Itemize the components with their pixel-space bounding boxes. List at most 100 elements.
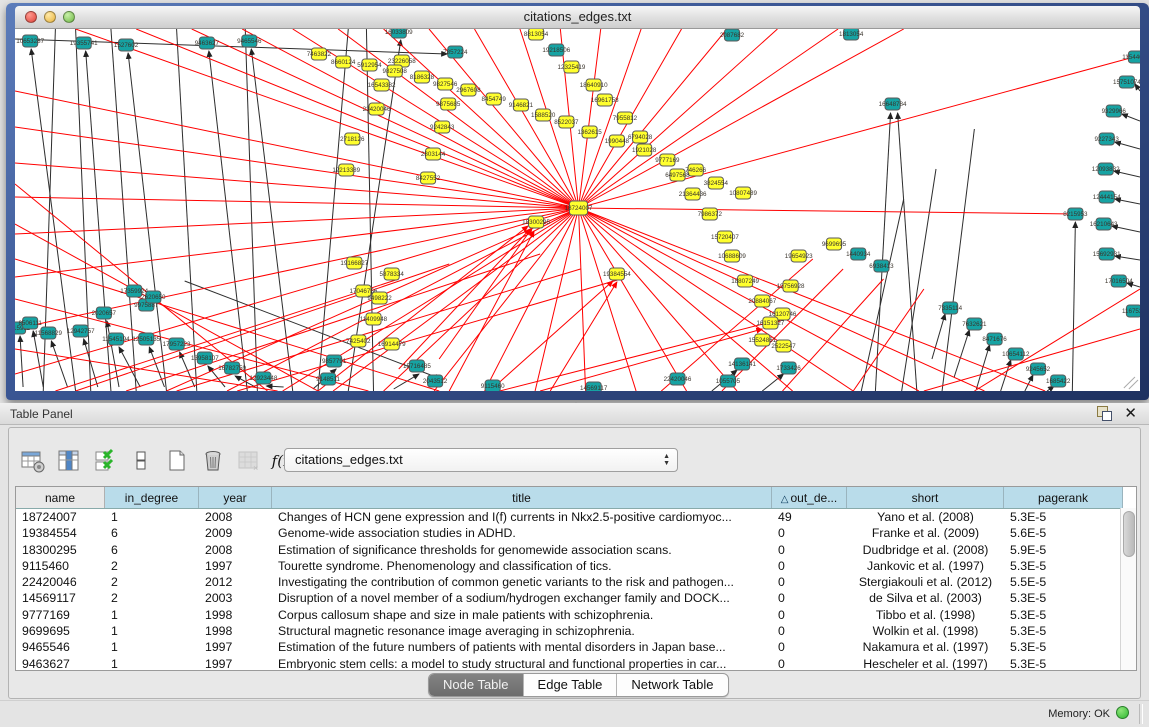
- column-select-icon[interactable]: [55, 448, 82, 475]
- graph-node[interactable]: 12444154: [1093, 191, 1121, 203]
- graph-node[interactable]: 7632621: [962, 318, 987, 330]
- table-row[interactable]: 1938455462009Genome-wide association stu…: [16, 525, 1136, 541]
- trash-icon[interactable]: [199, 448, 226, 475]
- memory-status-icon[interactable]: [1116, 706, 1129, 719]
- table-row[interactable]: 969969511998Structural magnetic resonanc…: [16, 623, 1136, 639]
- table-row[interactable]: 946554611997Estimation of the future num…: [16, 639, 1136, 655]
- graph-node[interactable]: 12923448: [250, 372, 278, 384]
- graph-node[interactable]: 1813054: [839, 29, 864, 40]
- column-header-short[interactable]: short: [847, 487, 1004, 508]
- table-row[interactable]: 1872400712008Changes of HCN gene express…: [16, 509, 1136, 525]
- graph-node[interactable]: 16543382: [368, 79, 396, 91]
- graph-node[interactable]: 17016504: [1105, 275, 1133, 287]
- graph-node[interactable]: 14569117: [580, 382, 608, 391]
- graph-node[interactable]: 1167533: [1122, 305, 1140, 317]
- graph-node[interactable]: 16210643: [1090, 218, 1118, 230]
- graph-node[interactable]: 5912954: [357, 59, 382, 71]
- graph-node[interactable]: 19218506: [542, 44, 570, 56]
- graph-node[interactable]: 6794028: [628, 131, 653, 143]
- graph-node[interactable]: 11544084: [1122, 51, 1140, 63]
- table-row[interactable]: 946362711997Embryonic stem cells: a mode…: [16, 656, 1136, 671]
- graph-node[interactable]: 2043512: [423, 375, 448, 387]
- column-header-in_degree[interactable]: in_degree: [105, 487, 199, 508]
- graph-node[interactable]: 15720407: [711, 231, 739, 243]
- window-titlebar[interactable]: citations_edges.txt: [15, 6, 1140, 29]
- network-canvas[interactable]: 7463822866012459129542322605898275088186…: [15, 29, 1140, 391]
- float-panel-icon[interactable]: [1097, 406, 1112, 421]
- table-settings-icon[interactable]: [19, 448, 46, 475]
- network-view-window[interactable]: citations_edges.txt 74638228660124591295…: [6, 3, 1149, 400]
- table-row[interactable]: 2242004622012Investigating the contribut…: [16, 574, 1136, 590]
- table-source-dropdown[interactable]: citations_edges.txt ▲▼: [284, 448, 678, 472]
- graph-node[interactable]: 1527602: [114, 39, 139, 51]
- graph-node[interactable]: 3824554: [704, 177, 729, 189]
- graph-node[interactable]: 19166827: [340, 257, 368, 269]
- graph-node[interactable]: 12505135: [132, 333, 160, 345]
- graph-node[interactable]: 22420046: [664, 373, 692, 385]
- scrollbar-thumb[interactable]: [1123, 511, 1135, 557]
- tab-network-table[interactable]: Network Table: [617, 674, 727, 696]
- graph-node[interactable]: 9875685: [436, 98, 461, 110]
- column-header-name[interactable]: name: [16, 487, 105, 508]
- cells-vertical-icon[interactable]: [127, 448, 154, 475]
- graph-node[interactable]: 7955812: [613, 112, 638, 124]
- graph-node[interactable]: 1733426: [776, 362, 801, 374]
- graph-node[interactable]: 18640910: [580, 79, 608, 91]
- graph-node[interactable]: 16648784: [879, 98, 907, 110]
- graph-node[interactable]: 10653287: [16, 35, 44, 47]
- tab-edge-table[interactable]: Edge Table: [524, 674, 618, 696]
- column-header-title[interactable]: title: [272, 487, 772, 508]
- row-checks-icon[interactable]: [91, 448, 118, 475]
- graph-node[interactable]: 19756928: [777, 280, 805, 292]
- graph-node[interactable]: 2020657: [92, 307, 117, 319]
- graph-node[interactable]: 8813054: [524, 29, 549, 40]
- graph-node[interactable]: 16782759: [218, 362, 246, 374]
- graph-node[interactable]: 19654923: [785, 250, 813, 262]
- graph-node[interactable]: 6938413: [869, 260, 894, 272]
- new-file-icon[interactable]: [163, 448, 190, 475]
- column-header-out_de[interactable]: △out_de...: [772, 487, 847, 508]
- table-row[interactable]: 1830029562008Estimation of significance …: [16, 542, 1136, 558]
- graph-node[interactable]: 10688609: [718, 250, 746, 262]
- graph-node[interactable]: 19384554: [603, 268, 631, 280]
- graph-node[interactable]: 2087682: [720, 29, 745, 41]
- graph-node[interactable]: 1588520: [531, 109, 556, 121]
- table-row[interactable]: 911546021997Tourette syndrome. Phenomeno…: [16, 558, 1136, 574]
- graph-node[interactable]: 8215953: [1063, 208, 1088, 220]
- graph-node[interactable]: 8522037: [554, 116, 579, 128]
- graph-node[interactable]: 23420046: [363, 103, 391, 115]
- graph-node[interactable]: 10654112: [1002, 348, 1030, 360]
- graph-node[interactable]: 21364436: [679, 188, 707, 200]
- graph-node[interactable]: 1440934: [846, 248, 871, 260]
- table-vertical-scrollbar[interactable]: [1120, 508, 1136, 670]
- graph-node[interactable]: 9146821: [509, 99, 534, 111]
- graph-node[interactable]: 9227343: [1095, 133, 1120, 145]
- graph-node[interactable]: 5878334: [380, 268, 405, 280]
- graph-node[interactable]: 1362615: [577, 126, 602, 138]
- graph-node[interactable]: 7335114: [938, 302, 962, 314]
- graph-node[interactable]: 8454749: [482, 93, 507, 105]
- graph-node[interactable]: 16033809: [385, 29, 413, 38]
- graph-node[interactable]: 8427552: [416, 172, 441, 184]
- graph-node[interactable]: 1990448: [605, 135, 630, 147]
- graph-node[interactable]: 9245652: [1026, 363, 1051, 375]
- graph-node[interactable]: 9463627: [195, 37, 220, 49]
- graph-node[interactable]: 7857224: [443, 46, 468, 58]
- graph-node[interactable]: 19355741: [70, 37, 98, 49]
- graph-node[interactable]: 8471676: [982, 333, 1007, 345]
- graph-node[interactable]: 11409948: [360, 313, 388, 325]
- graph-node[interactable]: 20884067: [748, 295, 776, 307]
- graph-node[interactable]: 11568829: [35, 327, 63, 339]
- graph-node[interactable]: 15692931: [1093, 248, 1121, 260]
- graph-node[interactable]: 9465546: [237, 35, 262, 47]
- graph-node[interactable]: 2718126: [340, 133, 365, 145]
- graph-node[interactable]: 12325419: [558, 61, 586, 73]
- graph-node[interactable]: 12942757: [67, 325, 95, 337]
- graph-node[interactable]: 12093832: [1092, 163, 1120, 175]
- graph-node[interactable]: 2803144: [421, 148, 446, 160]
- graph-node[interactable]: 1685422: [1046, 375, 1071, 387]
- graph-node[interactable]: 10807489: [729, 187, 757, 199]
- graph-node[interactable]: 9329966: [1102, 105, 1127, 117]
- column-header-pagerank[interactable]: pagerank: [1004, 487, 1123, 508]
- graph-node[interactable]: 15716485: [403, 360, 431, 372]
